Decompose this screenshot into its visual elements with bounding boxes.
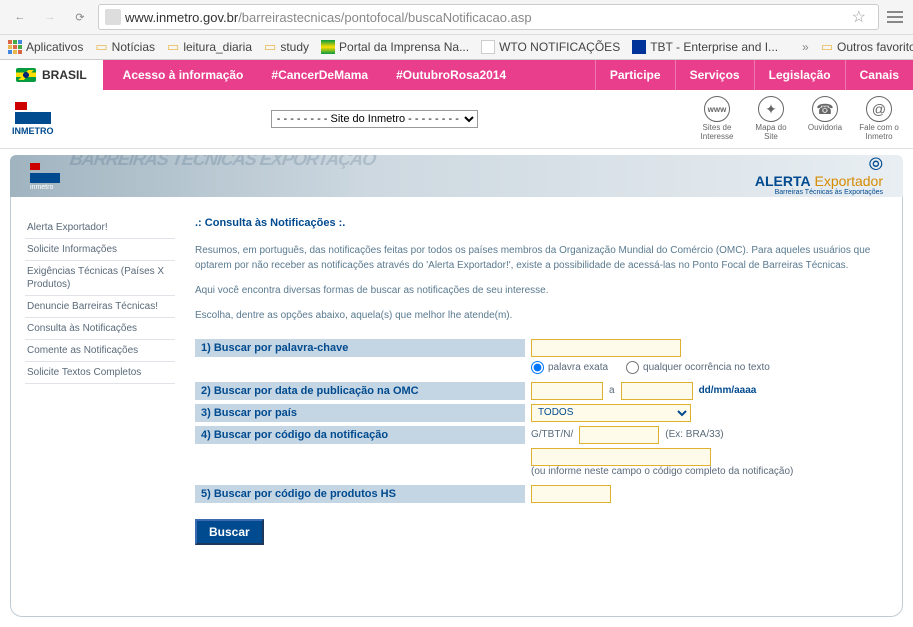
mapa-site-link[interactable]: ✦Mapa do Site bbox=[749, 96, 793, 142]
page-title: .: Consulta às Notificações :. bbox=[195, 217, 888, 229]
folder-icon: ▭ bbox=[95, 39, 107, 55]
sidebar-nav: Alerta Exportador! Solicite Informações … bbox=[25, 217, 175, 586]
main-content: .: Consulta às Notificações :. Resumos, … bbox=[175, 217, 888, 586]
full-code-row: (ou informe neste campo o código complet… bbox=[531, 448, 888, 477]
address-bar[interactable]: www.inmetro.gov.br/barreirastecnicas/pon… bbox=[98, 4, 879, 30]
page-icon bbox=[105, 9, 121, 25]
at-icon: @ bbox=[866, 96, 892, 122]
brasil-home[interactable]: BRASIL bbox=[0, 60, 103, 90]
site-header: INMETRO - - - - - - - - Site do Inmetro … bbox=[0, 90, 913, 149]
form-row-code: 4) Buscar por código da notificação G/TB… bbox=[195, 426, 888, 444]
legislacao-link[interactable]: Legislação bbox=[755, 68, 845, 82]
fale-conosco-link[interactable]: @Fale com o Inmetro bbox=[857, 96, 901, 142]
hashtag-link[interactable]: #CancerDeMama bbox=[257, 68, 382, 82]
signal-icon: ⦾ bbox=[869, 155, 883, 173]
ouvidoria-link[interactable]: ☎Ouvidoria bbox=[803, 96, 847, 142]
code-hint: (Ex: BRA/33) bbox=[665, 429, 723, 440]
intro-text: Escolha, dentre as opções abaixo, aquela… bbox=[195, 308, 888, 323]
brazil-flag-icon bbox=[16, 68, 36, 82]
apps-icon bbox=[8, 40, 22, 54]
bookmarks-overflow[interactable]: » bbox=[802, 40, 809, 54]
field-label: 1) Buscar por palavra-chave bbox=[195, 339, 525, 357]
folder-icon: ▭ bbox=[264, 39, 276, 55]
gov-bar: BRASIL Acesso à informação #CancerDeMama… bbox=[0, 60, 913, 90]
browser-toolbar: ← → ⟳ www.inmetro.gov.br/barreirastecnic… bbox=[0, 0, 913, 35]
country-select[interactable]: TODOS bbox=[531, 404, 691, 422]
radio-exact-input[interactable] bbox=[531, 361, 544, 374]
site-icon bbox=[321, 40, 335, 54]
hs-code-input[interactable] bbox=[531, 485, 611, 503]
folder-icon: ▭ bbox=[821, 39, 833, 55]
date-to-input[interactable] bbox=[621, 382, 693, 400]
form-row-hs: 5) Buscar por código de produtos HS bbox=[195, 485, 888, 503]
date-format-hint: dd/mm/aaaa bbox=[699, 385, 757, 396]
reload-button[interactable]: ⟳ bbox=[68, 5, 92, 29]
compass-icon: ✦ bbox=[758, 96, 784, 122]
hashtag-link[interactable]: #OutubroRosa2014 bbox=[382, 68, 520, 82]
header-icons: wwwSites de Interesse ✦Mapa do Site ☎Ouv… bbox=[695, 96, 901, 142]
apps-shortcut[interactable]: Aplicativos bbox=[8, 40, 83, 54]
folder-icon: ▭ bbox=[167, 39, 179, 55]
bookmark-link[interactable]: TBT - Enterprise and I... bbox=[632, 40, 778, 54]
back-button[interactable]: ← bbox=[8, 5, 32, 29]
full-code-hint: (ou informe neste campo o código complet… bbox=[531, 466, 793, 477]
servicos-link[interactable]: Serviços bbox=[676, 68, 754, 82]
bookmark-link[interactable]: WTO NOTIFICAÇÕES bbox=[481, 40, 620, 54]
field-label: 2) Buscar por data de publicação na OMC bbox=[195, 382, 525, 400]
bookmark-folder[interactable]: ▭leitura_diaria bbox=[167, 39, 252, 55]
acesso-link[interactable]: Acesso à informação bbox=[109, 68, 258, 82]
radio-any-input[interactable] bbox=[626, 361, 639, 374]
date-from-input[interactable] bbox=[531, 382, 603, 400]
code-prefix: G/TBT/N/ bbox=[531, 429, 573, 440]
field-label: 5) Buscar por código de produtos HS bbox=[195, 485, 525, 503]
sidebar-item[interactable]: Solicite Informações bbox=[25, 239, 175, 261]
radio-exact[interactable]: palavra exata bbox=[531, 361, 608, 374]
sidebar-item[interactable]: Denuncie Barreiras Técnicas! bbox=[25, 296, 175, 318]
apps-label: Aplicativos bbox=[26, 40, 83, 54]
bookmark-folder[interactable]: ▭study bbox=[264, 39, 309, 55]
alerta-brand: ⦾ ALERTA Exportador Barreiras Técnicas à… bbox=[735, 155, 883, 196]
content-area: Alerta Exportador! Solicite Informações … bbox=[10, 197, 903, 617]
sidebar-item[interactable]: Exigências Técnicas (Países X Produtos) bbox=[25, 261, 175, 296]
browser-menu-icon[interactable] bbox=[885, 7, 905, 27]
form-row-country: 3) Buscar por país TODOS bbox=[195, 404, 888, 422]
sidebar-item[interactable]: Alerta Exportador! bbox=[25, 217, 175, 239]
bookmark-star-icon[interactable]: ☆ bbox=[846, 7, 872, 27]
bookmark-folder[interactable]: ▭Notícias bbox=[95, 39, 155, 55]
bookmark-folder[interactable]: ▭Outros favoritos bbox=[821, 39, 913, 55]
intro-text: Resumos, em português, das notificações … bbox=[195, 243, 888, 273]
bookmark-link[interactable]: Portal da Imprensa Na... bbox=[321, 40, 469, 54]
sidebar-item[interactable]: Comente as Notificações bbox=[25, 340, 175, 362]
eu-flag-icon bbox=[632, 40, 646, 54]
field-label: 3) Buscar por país bbox=[195, 404, 525, 422]
sidebar-item[interactable]: Consulta às Notificações bbox=[25, 318, 175, 340]
logo-mark bbox=[15, 102, 51, 124]
field-label: 4) Buscar por código da notificação bbox=[195, 426, 525, 444]
form-row-date: 2) Buscar por data de publicação na OMC … bbox=[195, 382, 888, 400]
site-selector[interactable]: - - - - - - - - Site do Inmetro - - - - … bbox=[271, 110, 478, 128]
notification-code-input[interactable] bbox=[579, 426, 659, 444]
search-button[interactable]: Buscar bbox=[195, 519, 264, 545]
globe-icon: www bbox=[704, 96, 730, 122]
bookmarks-bar: Aplicativos ▭Notícias ▭leitura_diaria ▭s… bbox=[0, 35, 913, 60]
intro-text: Aqui você encontra diversas formas de bu… bbox=[195, 283, 888, 298]
logo-text: INMETRO bbox=[12, 126, 54, 136]
canais-link[interactable]: Canais bbox=[846, 68, 913, 82]
alerta-banner: inmetro BARREIRAS TÉCNICAS EXPORTAÇÃO ⦾ … bbox=[10, 155, 903, 197]
full-code-input[interactable] bbox=[531, 448, 711, 466]
sidebar-item[interactable]: Solicite Textos Completos bbox=[25, 362, 175, 384]
sites-interesse-link[interactable]: wwwSites de Interesse bbox=[695, 96, 739, 142]
keyword-match-options: palavra exata qualquer ocorrência no tex… bbox=[531, 361, 888, 374]
url-text: www.inmetro.gov.br/barreirastecnicas/pon… bbox=[125, 10, 846, 25]
forward-button[interactable]: → bbox=[38, 5, 62, 29]
inmetro-logo[interactable]: INMETRO bbox=[12, 102, 54, 136]
page-icon bbox=[481, 40, 495, 54]
banner-bg-text: BARREIRAS TÉCNICAS EXPORTAÇÃO bbox=[69, 155, 377, 167]
radio-any[interactable]: qualquer ocorrência no texto bbox=[626, 361, 770, 374]
phone-icon: ☎ bbox=[812, 96, 838, 122]
keyword-input[interactable] bbox=[531, 339, 681, 357]
inmetro-mini-logo: inmetro bbox=[30, 163, 60, 189]
participe-link[interactable]: Participe bbox=[596, 68, 675, 82]
form-row-keyword: 1) Buscar por palavra-chave bbox=[195, 339, 888, 357]
